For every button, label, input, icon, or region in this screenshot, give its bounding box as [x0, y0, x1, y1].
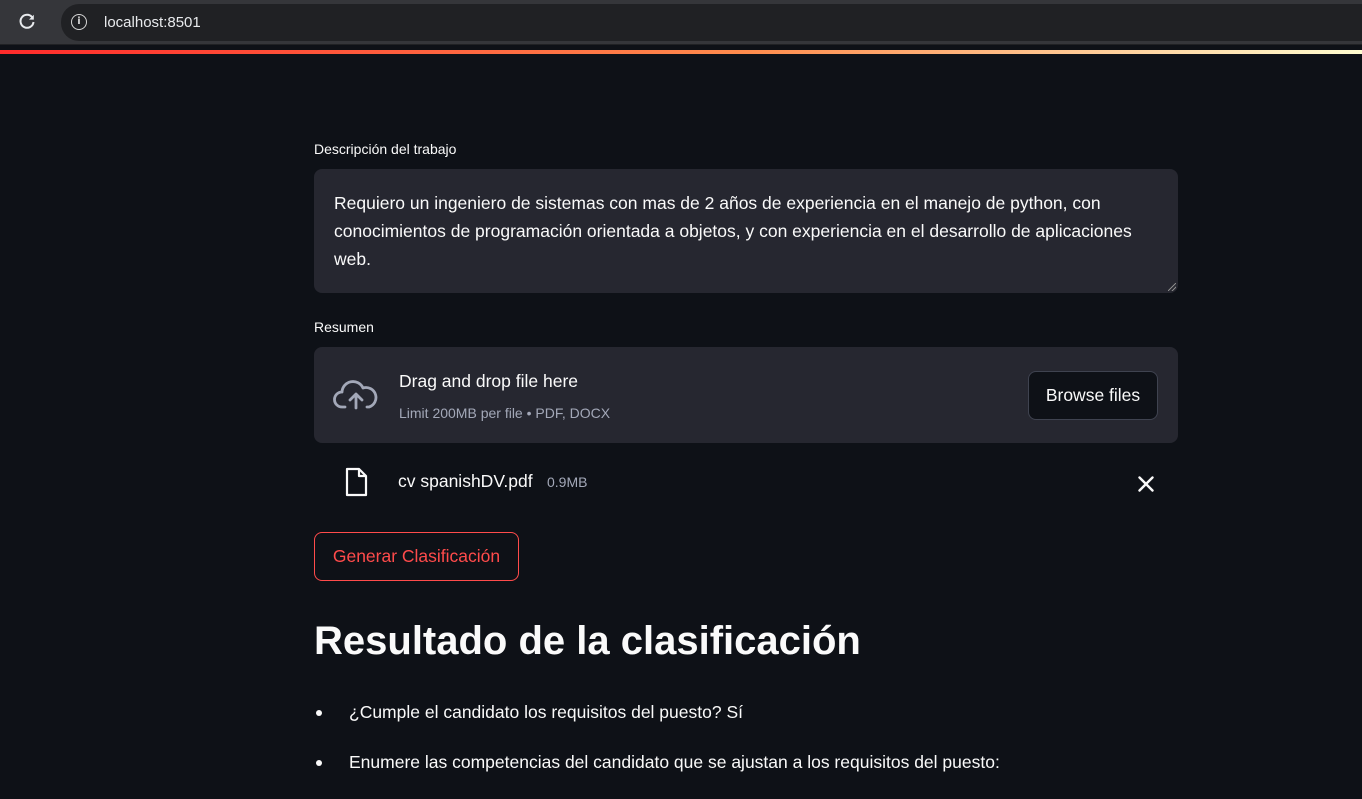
browse-files-button[interactable]: Browse files	[1028, 371, 1158, 420]
result-item-text: ¿Cumple el candidato los requisitos del …	[349, 702, 743, 722]
job-description-label: Descripción del trabajo	[314, 141, 457, 157]
app-header-decoration	[0, 50, 1362, 54]
close-icon[interactable]	[1134, 472, 1158, 496]
result-heading: Resultado de la clasificación	[314, 619, 861, 663]
file-icon	[345, 467, 368, 497]
result-item-text: Enumere las competencias del candidato q…	[349, 752, 1000, 772]
url-text[interactable]: localhost:8501	[104, 14, 201, 31]
dropzone-title: Drag and drop file here	[399, 371, 578, 391]
generate-classification-button[interactable]: Generar Clasificación	[314, 532, 519, 581]
reload-icon[interactable]	[16, 11, 38, 33]
resize-handle-icon[interactable]	[1168, 283, 1176, 291]
uploaded-file-name: cv spanishDV.pdf	[398, 471, 533, 491]
bullet-icon	[316, 710, 322, 716]
uploaded-file-item: cv spanishDV.pdf 0.9MB	[314, 462, 1178, 502]
uploaded-file-size: 0.9MB	[547, 474, 588, 490]
job-description-text: Requiero un ingeniero de sistemas con ma…	[334, 193, 1132, 269]
site-info-icon[interactable]: i	[71, 14, 87, 30]
result-list: ¿Cumple el candidato los requisitos del …	[314, 699, 1178, 799]
resume-label: Resumen	[314, 319, 374, 335]
dropzone-limit-text: Limit 200MB per file • PDF, DOCX	[399, 405, 611, 421]
address-bar[interactable]: i localhost:8501	[61, 4, 1362, 41]
cloud-upload-icon	[333, 380, 378, 410]
browser-toolbar: i localhost:8501	[0, 0, 1362, 45]
file-dropzone[interactable]: Drag and drop file here Limit 200MB per …	[314, 347, 1178, 443]
bullet-icon	[316, 760, 322, 766]
job-description-textarea[interactable]: Requiero un ingeniero de sistemas con ma…	[314, 169, 1178, 293]
list-item: Enumere las competencias del candidato q…	[314, 749, 1178, 799]
list-item: ¿Cumple el candidato los requisitos del …	[314, 699, 1178, 749]
